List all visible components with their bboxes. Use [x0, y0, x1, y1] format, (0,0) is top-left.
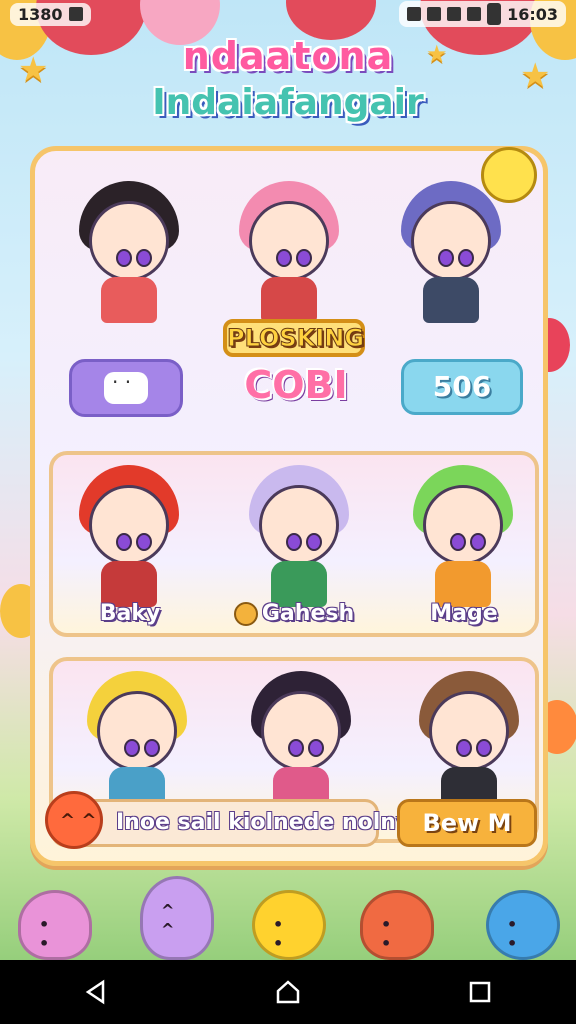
battery-icon — [487, 3, 502, 25]
character-face — [259, 485, 339, 565]
character-face — [411, 201, 491, 281]
character-blue-hair[interactable] — [391, 181, 511, 331]
system-navigation-bar — [0, 960, 576, 1024]
home-icon — [276, 980, 300, 1004]
mute-icon — [427, 7, 442, 21]
peach-mascot-icon: ^ ^ — [45, 791, 103, 849]
status-time-left: 1380 — [18, 4, 63, 24]
character-black-hair[interactable] — [69, 181, 189, 331]
wifi-icon — [447, 7, 462, 21]
character-face — [261, 691, 341, 771]
blue-smiley-mascot-icon: • • — [486, 890, 560, 960]
character-card-row-2: Baky Gahesh Mage — [49, 451, 539, 637]
character-face — [97, 691, 177, 771]
character-name-label: Gahesh — [229, 601, 359, 626]
recents-button[interactable] — [450, 962, 510, 1022]
logo-text: COBI — [244, 363, 348, 407]
notification-icon — [68, 7, 83, 21]
prompt-text: Inoe sail kiolnede nolny — [116, 810, 411, 835]
home-button[interactable] — [258, 962, 318, 1022]
status-right-pill: 16:03 — [399, 1, 566, 27]
status-time-left-pill: 1380 — [10, 2, 91, 26]
title-line-2: Indaiafangair — [152, 82, 424, 123]
status-time-right: 16:03 — [507, 4, 558, 24]
signal-icon — [467, 7, 482, 21]
character-face — [249, 201, 329, 281]
character-face — [89, 201, 169, 281]
character-pink-hair[interactable] — [229, 181, 349, 331]
back-icon — [85, 979, 105, 1005]
character-outfit — [423, 277, 479, 323]
character-lavender-hair[interactable] — [239, 465, 359, 615]
chat-bubble-icon — [104, 370, 148, 404]
character-name-label: Baky — [99, 601, 161, 626]
character-name-label: Mage — [430, 601, 498, 626]
character-outfit — [101, 277, 157, 323]
purple-blob-mascot-icon: ^ ^ — [140, 876, 214, 960]
pink-bear-mascot-icon: • • — [18, 890, 92, 960]
action-bar: Inoe sail kiolnede nolny ^ ^ Bew M — [45, 791, 541, 849]
controls-row: COBI 506 — [35, 359, 543, 419]
alarm-icon — [407, 7, 422, 21]
character-name-text: Gahesh — [261, 601, 355, 626]
character-outfit — [261, 277, 317, 323]
featured-banner: PLOSKING — [223, 319, 365, 357]
character-face — [423, 485, 503, 565]
orange-cat-mascot-icon: • • — [360, 890, 434, 960]
character-red-hair[interactable] — [69, 465, 189, 615]
character-panel: PLOSKING COBI 506 Baky Gahesh Mage — [30, 146, 548, 866]
score-display[interactable]: 506 — [401, 359, 523, 415]
coin-icon — [233, 602, 258, 626]
featured-characters-row: PLOSKING — [35, 171, 543, 357]
character-face — [429, 691, 509, 771]
status-bar: 1380 16:03 — [0, 0, 576, 28]
back-button[interactable] — [66, 962, 126, 1022]
character-face — [89, 485, 169, 565]
title-line-1: ndaatona — [182, 34, 394, 78]
character-green-hair[interactable] — [403, 465, 523, 615]
yellow-smiley-mascot-icon: • • — [252, 890, 326, 960]
featured-banner-text: PLOSKING — [226, 324, 365, 353]
recents-icon — [469, 981, 491, 1003]
game-title: ndaatona Indaiafangair — [0, 34, 576, 123]
play-button[interactable]: Bew M — [397, 799, 537, 847]
chat-button[interactable] — [69, 359, 183, 417]
